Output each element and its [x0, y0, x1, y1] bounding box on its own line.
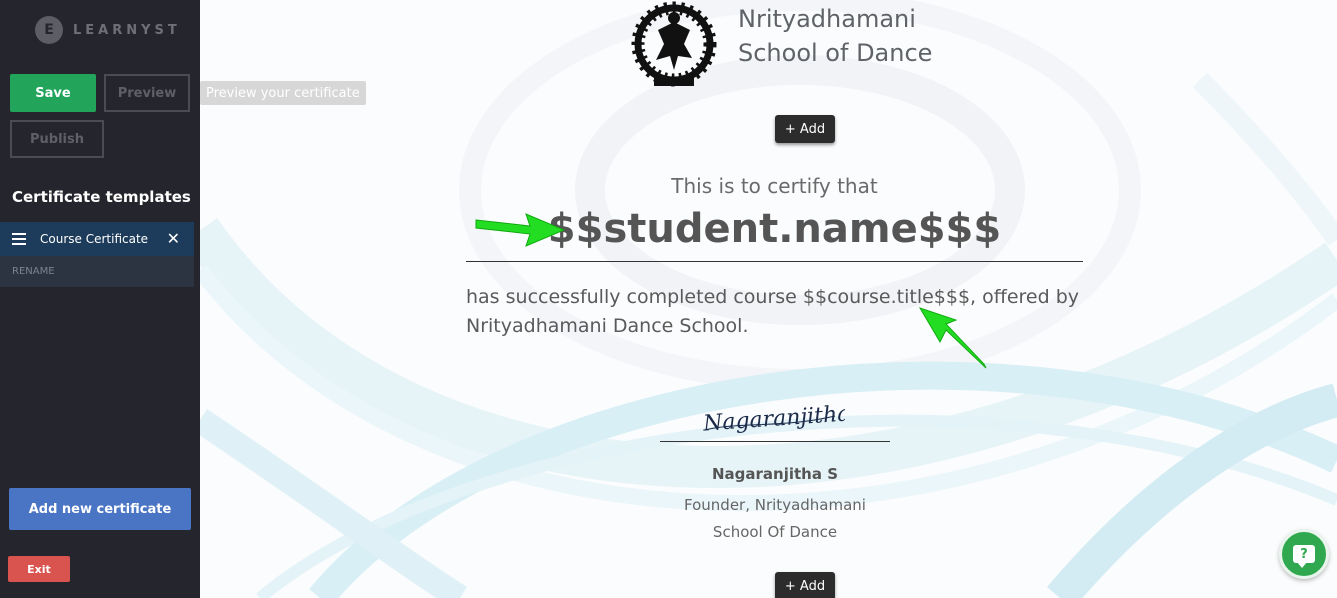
school-name-line1: Nrityadhamani [738, 5, 916, 33]
nataraja-emblem-icon [631, 1, 717, 87]
signer-title-line1: Founder, Nrityadhamani [684, 496, 866, 514]
signer-name: Nagaranjitha S [711, 465, 838, 483]
add-element-button-top[interactable]: + Add [775, 115, 835, 143]
school-name-line2: School of Dance [738, 39, 933, 67]
save-button[interactable]: Save [10, 74, 96, 112]
green-arrow-right-icon [475, 213, 566, 247]
drag-handle-icon[interactable] [12, 233, 26, 245]
school-name: Nrityadhamani School of Dance [738, 2, 932, 70]
signature-line [660, 441, 890, 442]
signature-image: Nagaranjitha [701, 401, 845, 436]
add-new-certificate-button[interactable]: Add new certificate [9, 488, 191, 530]
help-chat-button[interactable]: ? [1279, 529, 1329, 579]
rename-link[interactable]: RENAME [0, 256, 194, 287]
brand-name: LEARNYST [73, 22, 181, 38]
green-arrow-up-left-icon [918, 307, 987, 369]
templates-heading: Certificate templates [12, 188, 191, 206]
template-item-course-certificate[interactable]: Course Certificate ✕ [0, 222, 194, 256]
brand[interactable]: E LEARNYST [35, 16, 181, 44]
template-label: Course Certificate [40, 232, 149, 246]
publish-button[interactable]: Publish [10, 120, 104, 158]
add-element-button-bottom[interactable]: + Add [775, 572, 835, 598]
certificate-body-text[interactable]: has successfully completed course $$cour… [466, 283, 1083, 341]
learnyst-logo-icon: E [35, 16, 63, 44]
preview-tooltip: Preview your certificate [200, 81, 366, 105]
certificate-canvas: Nrityadhamani School of Dance + Add This… [200, 0, 1337, 598]
name-underline [466, 261, 1083, 262]
signer-title: Founder, Nrityadhamani School Of Dance [660, 492, 890, 546]
close-icon[interactable]: ✕ [167, 229, 180, 248]
preview-button[interactable]: Preview [104, 74, 190, 112]
certify-heading: This is to certify that [671, 174, 878, 198]
help-chat-icon: ? [1293, 545, 1315, 568]
svg-text:Nagaranjitha: Nagaranjitha [701, 401, 845, 436]
signer-title-line2: School Of Dance [712, 523, 838, 541]
exit-button[interactable]: Exit [8, 556, 70, 582]
sidebar: E LEARNYST Save Preview Publish Certific… [0, 0, 200, 598]
